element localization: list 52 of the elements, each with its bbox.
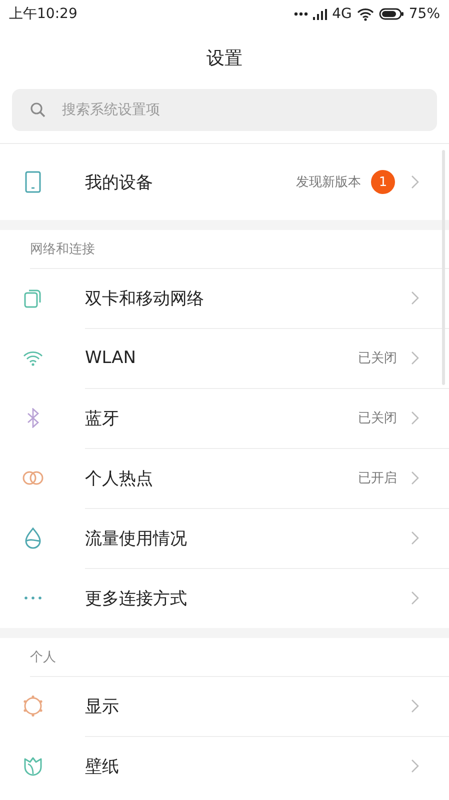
settings-row[interactable]: WLAN 已关闭 [0, 328, 449, 388]
chevron-icon [411, 351, 419, 365]
row-label: 蓝牙 [85, 408, 119, 430]
chevron-icon [411, 699, 419, 713]
bluetooth-icon [26, 408, 40, 428]
settings-row[interactable]: 流量使用情况 [0, 508, 449, 568]
settings-row[interactable]: 蓝牙 已关闭 [0, 388, 449, 448]
chevron-icon [411, 531, 419, 545]
chevron-icon [411, 471, 419, 485]
status-time: 上午10:29 [9, 5, 78, 23]
tulip-icon [23, 756, 43, 776]
section-header: 个人 [29, 649, 57, 667]
more-dots-icon [24, 596, 42, 600]
more-dots-icon [294, 12, 308, 16]
phone-icon [25, 171, 41, 193]
water-drop-icon [24, 527, 42, 549]
page-title: 设置 [206, 47, 242, 70]
settings-row[interactable]: 更多连接方式 [0, 568, 449, 628]
row-value: 已关闭 [358, 410, 397, 427]
row-label: 壁纸 [85, 756, 119, 778]
linked-rings-icon [22, 470, 44, 486]
settings-row[interactable]: 显示 [0, 676, 449, 736]
wifi-icon [23, 350, 43, 366]
sun-icon [22, 695, 44, 717]
row-label: 显示 [85, 696, 119, 718]
row-label: 我的设备 [85, 172, 153, 194]
search-field[interactable]: 搜索系统设置项 [12, 89, 437, 131]
settings-row[interactable]: 壁纸 [0, 736, 449, 796]
row-value: 发现新版本 [296, 174, 361, 191]
chevron-icon [411, 591, 419, 605]
section-header: 网络和连接 [29, 241, 96, 259]
sim-cards-icon [24, 288, 42, 308]
chevron-icon [411, 759, 419, 773]
row-label: 流量使用情况 [85, 528, 187, 550]
row-value: 已开启 [358, 470, 397, 487]
chevron-icon [411, 411, 419, 425]
settings-row[interactable]: 个人热点 已开启 [0, 448, 449, 508]
settings-row[interactable]: 双卡和移动网络 [0, 268, 449, 328]
row-label: 个人热点 [85, 468, 153, 490]
row-label: 更多连接方式 [85, 588, 187, 610]
row-label: 双卡和移动网络 [85, 288, 204, 310]
network-type: 4G [332, 6, 352, 22]
battery-level: 75% [408, 6, 440, 22]
row-value: 已关闭 [358, 350, 397, 367]
row-label: WLAN [85, 348, 136, 368]
update-badge: 1 [371, 170, 395, 194]
device-row[interactable]: 我的设备 发现新版本 1 [0, 144, 449, 220]
signal-icon [313, 8, 328, 20]
wifi-icon [356, 8, 374, 20]
chevron-icon [411, 291, 419, 305]
battery-icon [378, 8, 404, 20]
chevron-icon [411, 175, 419, 189]
